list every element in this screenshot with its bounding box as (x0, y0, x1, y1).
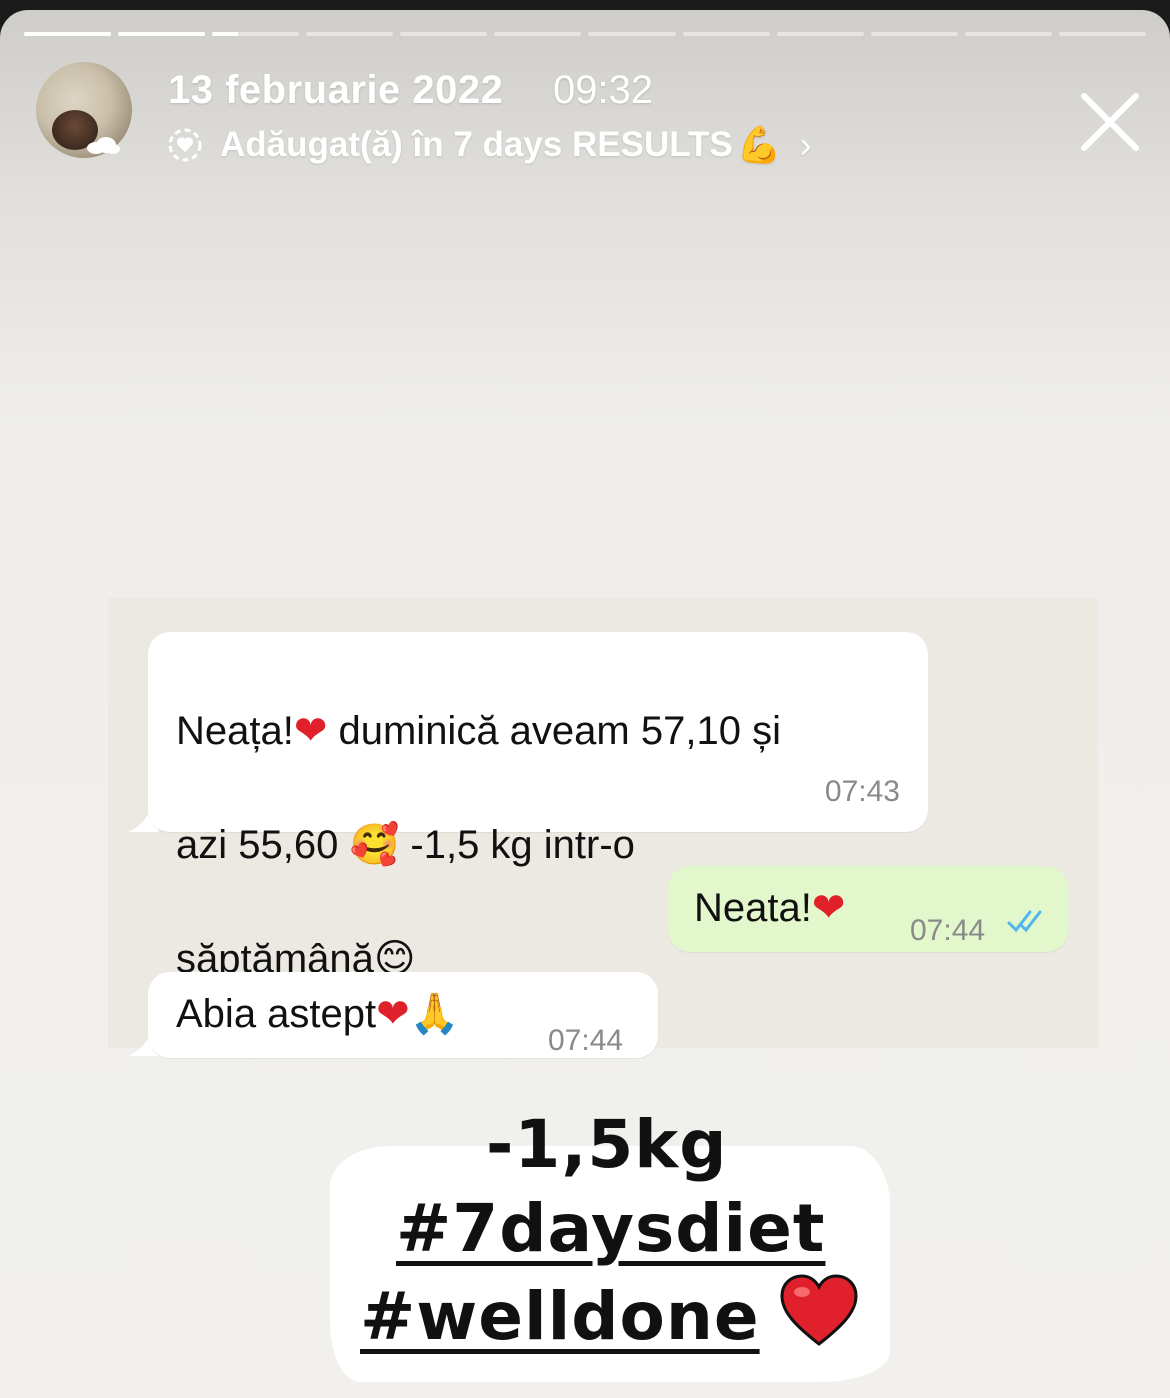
sticker-hashtag-welldone: #welldone (360, 1278, 760, 1355)
pray-emoji: 🙏 (409, 991, 460, 1037)
story-date: 13 februarie 2022 (168, 68, 504, 112)
progress-segment (494, 32, 582, 36)
message-text-part: Neața! (176, 709, 294, 753)
message-time: 07:44 (548, 1024, 624, 1057)
sticker-hashtag-7daysdiet: #7daysdiet (396, 1190, 826, 1267)
chat-screenshot: Neața!❤ duminică aveam 57,10 și azi 55,6… (108, 598, 1098, 1058)
story-progress-bar (24, 32, 1146, 37)
highlight-link[interactable]: Adăugat(ă) în 7 days RESULTS 💪 › (166, 122, 812, 168)
message-text: Neata!❤ (694, 880, 845, 937)
progress-segment-fill (212, 32, 239, 36)
progress-segment-fill (118, 32, 206, 36)
progress-segment (400, 32, 488, 36)
progress-segment (118, 32, 206, 36)
message-text-part: Neata! (694, 886, 812, 930)
close-icon[interactable] (1078, 90, 1142, 154)
progress-segment (588, 32, 676, 36)
progress-segment (682, 32, 770, 36)
heart-icon (780, 1274, 858, 1346)
story-time: 09:32 (553, 68, 654, 112)
message-text-part: azi 55,60 (176, 823, 350, 867)
progress-segment (212, 32, 300, 36)
heart-emoji: ❤ (376, 991, 410, 1037)
progress-segment (776, 32, 864, 36)
highlight-label: Adăugat(ă) în 7 days RESULTS (220, 125, 733, 164)
message-text: Abia astept❤🙏 (176, 986, 459, 1043)
message-outgoing: Neata!❤ 07:44 (668, 866, 1068, 952)
progress-segment (306, 32, 394, 36)
double-check-icon (1007, 910, 1042, 933)
sticker-weight-text: -1,5kg (486, 1106, 728, 1183)
message-incoming: Abia astept❤🙏 07:44 (148, 972, 658, 1058)
progress-segment (1058, 32, 1146, 36)
message-text-part: -1,5 kg intr-o (399, 823, 635, 867)
heart-emoji: ❤ (293, 708, 328, 754)
progress-segment-fill (24, 32, 112, 36)
chevron-right-icon: › (799, 124, 812, 165)
message-time: 07:44 (910, 914, 986, 947)
message-time: 07:43 (824, 775, 900, 808)
muscle-emoji: 💪 (736, 125, 782, 166)
progress-segment (24, 32, 112, 36)
message-incoming: Neața!❤ duminică aveam 57,10 și azi 55,6… (148, 632, 928, 982)
progress-segment (964, 32, 1052, 36)
progress-segment (870, 32, 958, 36)
story-viewer[interactable]: 13 februarie 2022 09:32 Adăugat(ă) în 7 … (0, 10, 1170, 1398)
highlight-heart-icon (168, 128, 202, 162)
cloud-icon (87, 137, 120, 154)
heart-emoji: ❤ (811, 885, 846, 931)
smiling-hearts-emoji: 🥰 (349, 822, 400, 868)
message-text-part: duminică aveam 57,10 și (327, 709, 781, 753)
message-text-part: Abia astept (176, 992, 377, 1036)
